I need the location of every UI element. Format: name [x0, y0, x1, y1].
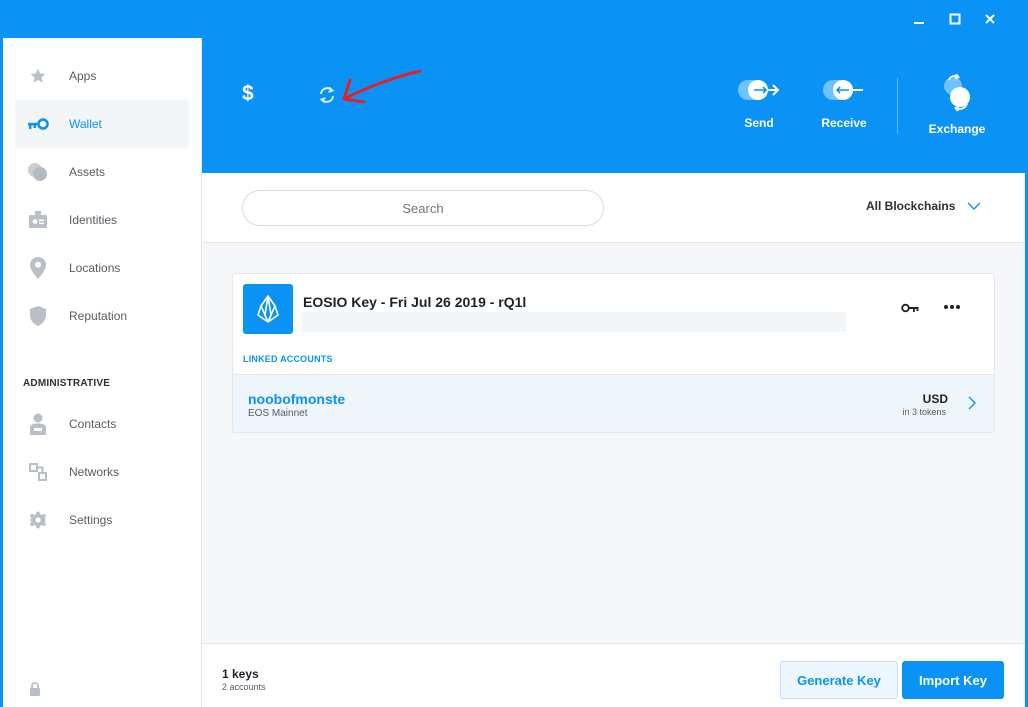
sidebar-item-label: Networks: [69, 465, 120, 479]
sidebar-item-apps[interactable]: Apps: [15, 52, 189, 100]
wallet-header: $ Send Receive Exchange: [202, 38, 1025, 173]
maximize-icon[interactable]: [944, 9, 966, 29]
export-key-icon[interactable]: [901, 300, 919, 318]
sidebar-item-wallet[interactable]: Wallet: [15, 100, 189, 148]
lock-icon[interactable]: [29, 682, 41, 701]
key-title: EOSIO Key - Fri Jul 26 2019 - rQ1l: [303, 294, 527, 310]
refresh-icon[interactable]: [316, 84, 338, 111]
search-input[interactable]: [242, 190, 604, 226]
exchange-label: Exchange: [928, 122, 986, 136]
linked-accounts-label: LINKED ACCOUNTS: [243, 354, 333, 364]
eos-logo-icon: [243, 284, 293, 334]
sidebar-item-assets[interactable]: Assets: [15, 148, 189, 196]
receive-label: Receive: [821, 116, 867, 130]
star-icon: [27, 65, 49, 87]
generate-key-button[interactable]: Generate Key: [780, 661, 898, 699]
account-name: noobofmonste: [248, 391, 346, 407]
exchange-icon: [939, 73, 975, 117]
sidebar-item-reputation[interactable]: Reputation: [15, 292, 189, 340]
sidebar: Apps Wallet Assets Identities Locations …: [3, 38, 202, 707]
key-card: EOSIO Key - Fri Jul 26 2019 - rQ1l LINKE…: [232, 273, 995, 433]
sidebar-item-label: Locations: [69, 261, 121, 275]
close-icon[interactable]: [979, 9, 1001, 29]
header-divider: [897, 78, 898, 134]
public-key-placeholder: [301, 312, 846, 332]
more-options-icon[interactable]: [943, 297, 961, 315]
person-icon: [27, 413, 49, 435]
sidebar-item-label: Apps: [69, 69, 97, 83]
send-label: Send: [744, 116, 774, 130]
sidebar-item-contacts[interactable]: Contacts: [15, 400, 189, 448]
title-bar: [0, 0, 1028, 38]
keys-count: 1 keys: [222, 667, 259, 681]
key-icon: [27, 113, 49, 135]
sidebar-item-label: Identities: [69, 213, 118, 227]
send-button[interactable]: Send: [714, 78, 804, 130]
gear-icon: [27, 509, 49, 531]
account-network: EOS Mainnet: [248, 408, 308, 419]
administrative-section-label: ADMINISTRATIVE: [23, 378, 111, 389]
blockchain-filter-label: All Blockchains: [866, 199, 956, 213]
sidebar-item-label: Settings: [69, 513, 113, 527]
receive-icon: [823, 78, 865, 107]
keys-list-area: EOSIO Key - Fri Jul 26 2019 - rQ1l LINKE…: [202, 243, 1025, 643]
sidebar-item-locations[interactable]: Locations: [15, 244, 189, 292]
send-icon: [738, 78, 780, 107]
chevron-right-icon: [968, 396, 976, 415]
balance-symbol: $: [242, 82, 254, 105]
minimize-icon[interactable]: [908, 9, 930, 29]
account-currency: USD: [922, 392, 948, 406]
sidebar-item-label: Assets: [69, 165, 106, 179]
sidebar-item-label: Reputation: [69, 309, 128, 323]
accounts-count: 2 accounts: [222, 682, 266, 692]
linked-account-row[interactable]: noobofmonste EOS Mainnet USD in 3 tokens: [233, 374, 994, 432]
network-icon: [27, 461, 49, 483]
chevron-down-icon: [967, 197, 981, 215]
receive-button[interactable]: Receive: [799, 78, 889, 130]
sidebar-item-label: Contacts: [69, 417, 117, 431]
exchange-button[interactable]: Exchange: [912, 73, 1002, 136]
sidebar-item-settings[interactable]: Settings: [15, 496, 189, 544]
account-token-count: in 3 tokens: [902, 407, 946, 417]
import-key-button[interactable]: Import Key: [902, 661, 1004, 699]
coins-icon: [27, 161, 49, 183]
sidebar-item-label: Wallet: [69, 117, 102, 131]
shield-icon: [27, 305, 49, 327]
sidebar-item-identities[interactable]: Identities: [15, 196, 189, 244]
filter-bar: All Blockchains: [202, 173, 1025, 243]
wallet-footer: 1 keys 2 accounts Generate Key Import Ke…: [202, 643, 1025, 707]
map-pin-icon: [27, 257, 49, 279]
blockchain-filter-dropdown[interactable]: All Blockchains: [866, 197, 981, 215]
sidebar-item-networks[interactable]: Networks: [15, 448, 189, 496]
red-arrow-annotation: [340, 68, 424, 113]
id-card-icon: [27, 209, 49, 231]
